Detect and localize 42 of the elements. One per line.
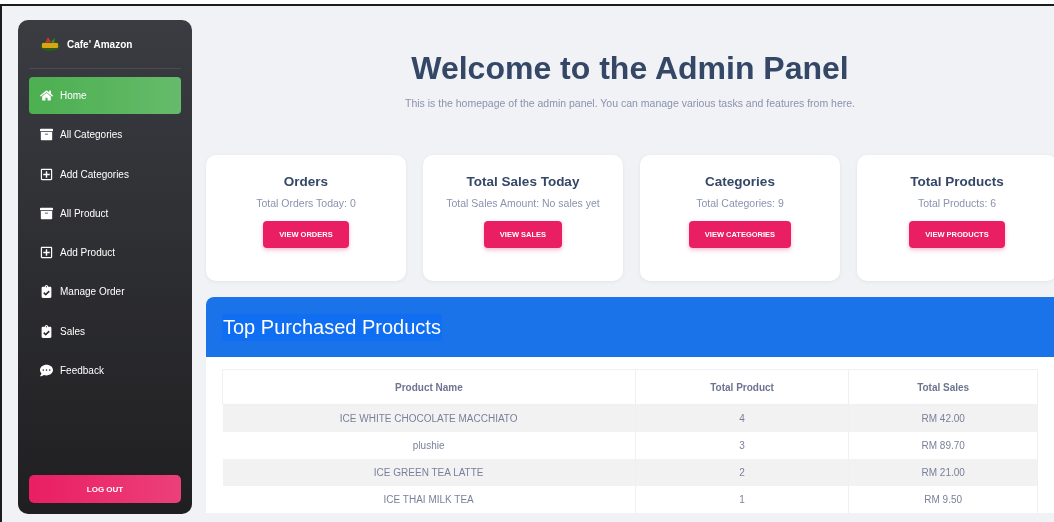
table-cell: RM 21.00 — [848, 459, 1038, 486]
nav-item[interactable]: All Categories — [29, 116, 181, 154]
nav-item[interactable]: Feedback — [29, 352, 181, 390]
card-text: Total Products: 6 — [917, 197, 997, 209]
nav-item[interactable]: Add Product — [29, 234, 181, 272]
table-cell: 3 — [635, 432, 849, 459]
table-cell: ICE THAI MILK TEA — [222, 486, 636, 513]
page-subtitle: This is the homepage of the admin panel. You can manage various tasks and features from here. — [405, 97, 855, 109]
table-cell: plushie — [222, 432, 636, 459]
box-icon — [40, 128, 53, 142]
box-icon — [40, 206, 53, 220]
card-text: Total Orders Today: 0 — [256, 197, 356, 209]
logo-icon — [39, 36, 61, 52]
column-header: Total Product — [635, 369, 849, 405]
column-header: Product Name — [222, 369, 636, 405]
card-title: Orders — [283, 174, 329, 189]
column-header: Total Sales — [848, 369, 1038, 405]
card-text: Total Sales Amount: No sales yet — [446, 197, 600, 209]
table-cell: 2 — [635, 459, 849, 486]
card-title: Total Sales Today — [466, 174, 580, 189]
clipboard-icon — [40, 324, 53, 338]
home-icon — [40, 89, 53, 102]
nav-item[interactable]: Add Categories — [29, 155, 181, 193]
table-cell: 4 — [635, 404, 849, 432]
nav-item[interactable]: All Product — [29, 194, 181, 232]
table-cell: RM 42.00 — [848, 404, 1038, 432]
clipboard-icon — [40, 285, 53, 299]
table-cell: ICE GREEN TEA LATTE — [222, 459, 636, 486]
table-cell: 1 — [635, 486, 849, 513]
card-text: Total Categories: 9 — [696, 197, 784, 209]
table-cell: ICE WHITE CHOCOLATE MACCHIATO — [222, 404, 636, 432]
table-cell: RM 9.50 — [848, 486, 1038, 513]
page-title: Welcome to the Admin Panel — [411, 50, 849, 87]
nav-item[interactable]: Sales — [29, 312, 181, 350]
card-title: Total Products — [910, 174, 1004, 189]
comment-icon — [40, 364, 53, 378]
card-title: Categories — [705, 174, 775, 189]
nav-item[interactable]: Manage Order — [29, 273, 181, 311]
table-cell: RM 89.70 — [848, 432, 1038, 459]
logout-button[interactable]: LOG OUT — [29, 475, 181, 503]
panel-title: Top Purchased Products — [222, 313, 442, 341]
brand-name: Cafe' Amazon — [67, 38, 133, 50]
